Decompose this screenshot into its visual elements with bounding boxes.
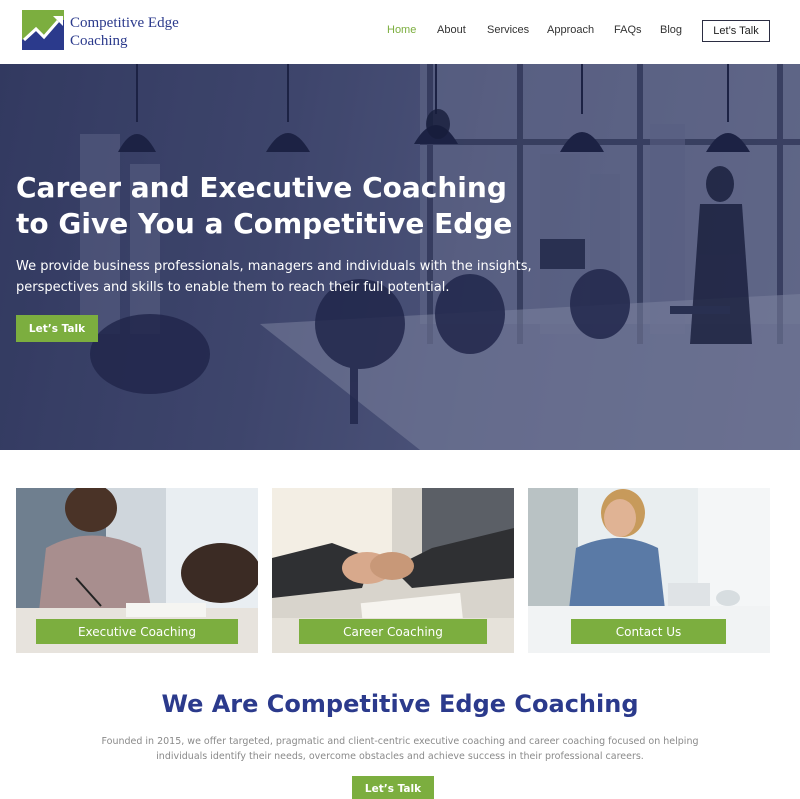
about-description-line2: individuals identify their needs, overco…	[156, 751, 644, 762]
hero-lets-talk-button[interactable]: Let’s Talk	[16, 315, 98, 342]
card-label-executive-coaching[interactable]: Executive Coaching	[36, 619, 238, 644]
about-description: Founded in 2015, we offer targeted, prag…	[100, 734, 700, 764]
service-card-career-coaching[interactable]: Career Coaching	[272, 488, 514, 653]
about-heading: We Are Competitive Edge Coaching	[161, 690, 639, 718]
hero-subheading-line1: We provide business professionals, manag…	[16, 259, 532, 274]
site-logo[interactable]: Competitive Edge Coaching	[22, 10, 192, 52]
card-label-contact-us[interactable]: Contact Us	[571, 619, 726, 644]
about-description-line1: Founded in 2015, we offer targeted, prag…	[101, 736, 699, 747]
logo-name-line1: Competitive Edge	[70, 15, 179, 31]
rising-arrow-chart-icon	[22, 10, 64, 50]
service-card-executive-coaching[interactable]: Executive Coaching	[16, 488, 258, 653]
nav-about[interactable]: About	[437, 24, 466, 36]
hero-subheading-line2: perspectives and skills to enable them t…	[16, 280, 450, 295]
hero-section: Career and Executive Coaching to Give Yo…	[0, 64, 800, 450]
about-lets-talk-button[interactable]: Let’s Talk	[352, 776, 434, 799]
hero-heading-line1: Career and Executive Coaching	[16, 171, 507, 204]
nav-home[interactable]: Home	[387, 24, 416, 36]
nav-faqs[interactable]: FAQs	[614, 24, 642, 36]
hero-heading-line2: to Give You a Competitive Edge	[16, 207, 513, 240]
site-header: Competitive Edge Coaching Home About Ser…	[0, 0, 800, 64]
service-card-contact-us[interactable]: Contact Us	[528, 488, 770, 653]
nav-services[interactable]: Services	[487, 24, 529, 36]
nav-approach[interactable]: Approach	[547, 24, 594, 36]
nav-blog[interactable]: Blog	[660, 24, 682, 36]
logo-name-line2: Coaching	[70, 33, 128, 49]
hero-subheading: We provide business professionals, manag…	[16, 256, 532, 298]
hero-heading: Career and Executive Coaching to Give Yo…	[16, 170, 536, 242]
logo-wordmark: Competitive Edge Coaching	[70, 14, 179, 50]
header-lets-talk-button[interactable]: Let’s Talk	[702, 20, 770, 42]
card-label-career-coaching[interactable]: Career Coaching	[299, 619, 487, 644]
